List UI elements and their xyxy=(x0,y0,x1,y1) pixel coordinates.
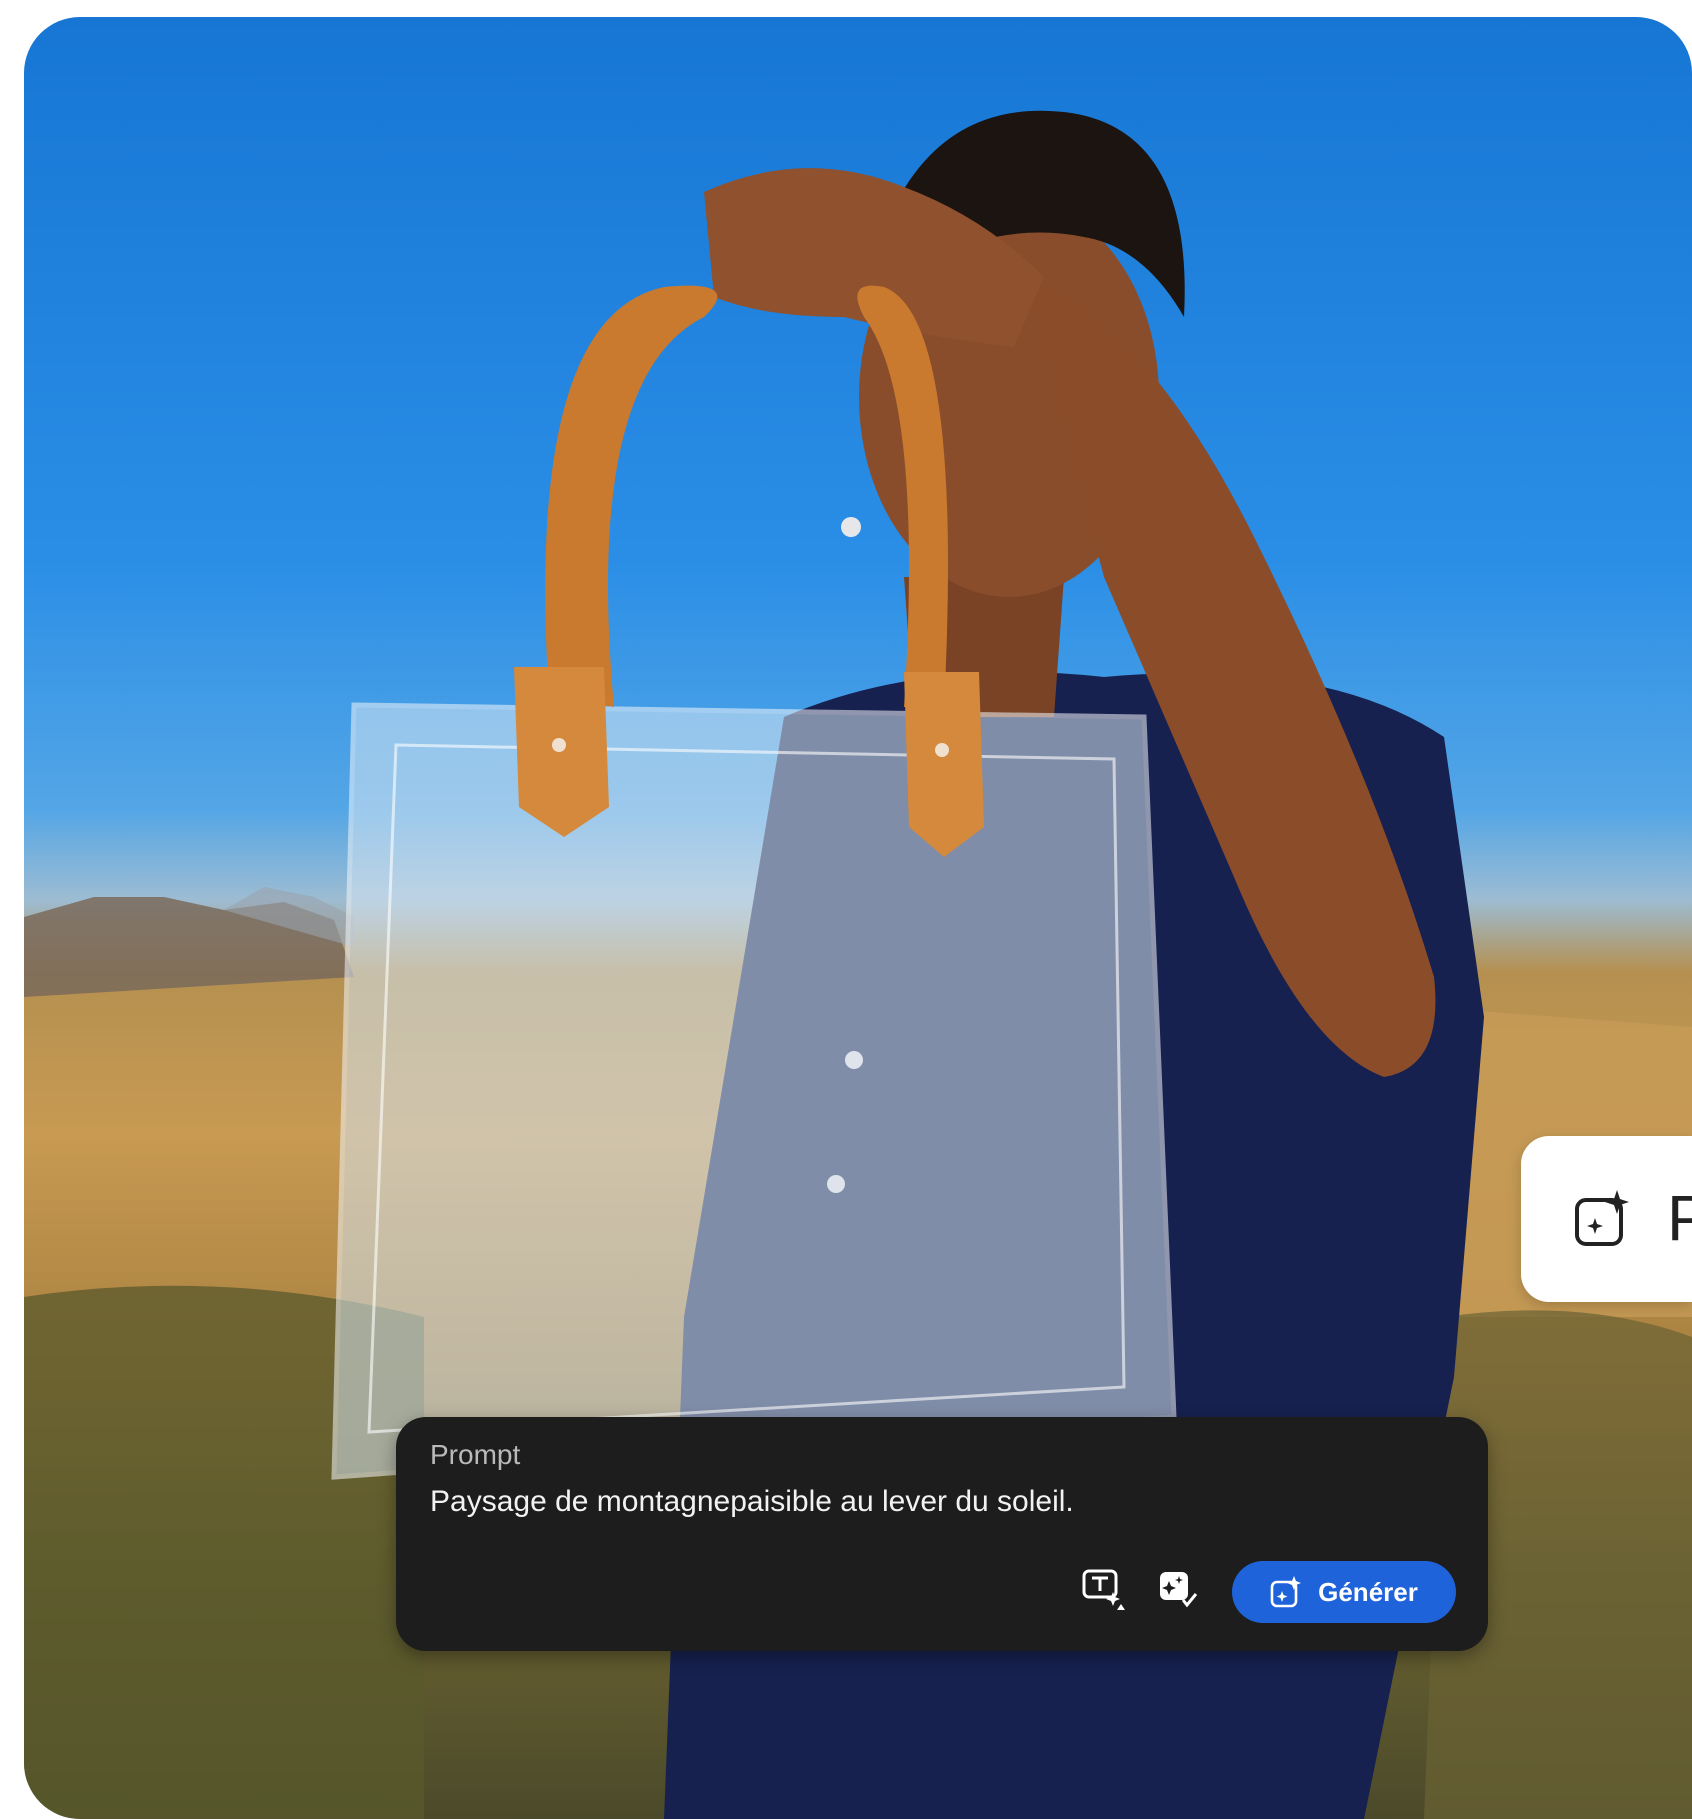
side-chip-label: P xyxy=(1667,1182,1692,1254)
prompt-panel: Prompt Paysage de montagnepaisible au le… xyxy=(396,1417,1488,1651)
text-effects-button[interactable] xyxy=(1080,1565,1126,1611)
generative-sparkle-icon xyxy=(1575,1190,1629,1246)
image-check-button[interactable] xyxy=(1154,1565,1200,1611)
generative-sparkle-icon xyxy=(1270,1576,1302,1608)
image-check-icon xyxy=(1160,1572,1197,1608)
prompt-input[interactable]: Paysage de montagnepaisible au lever du … xyxy=(430,1485,1074,1519)
bag-handle-left xyxy=(545,285,718,707)
generate-button[interactable]: Générer xyxy=(1232,1561,1456,1623)
generate-label: Générer xyxy=(1318,1576,1418,1607)
prompt-label: Prompt xyxy=(430,1439,521,1470)
text-effects-icon xyxy=(1082,1569,1125,1610)
side-generate-chip[interactable]: P xyxy=(1521,1136,1692,1302)
clear-bag xyxy=(331,702,1177,1480)
